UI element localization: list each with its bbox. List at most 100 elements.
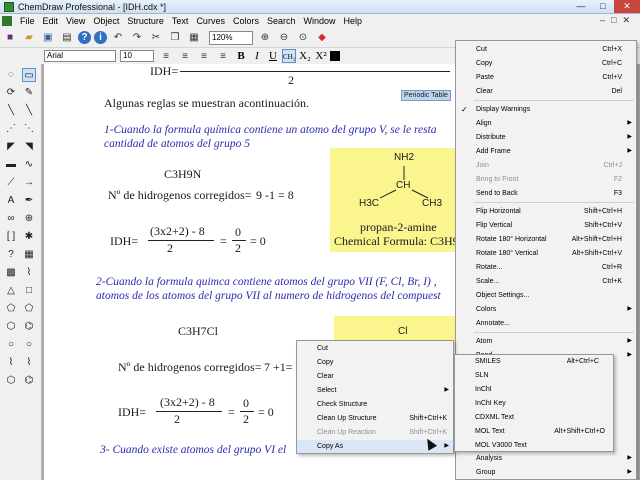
menu-item-align[interactable]: Align ▶ xyxy=(456,117,636,130)
menu-item-paste[interactable]: Paste Ctrl+V xyxy=(456,71,636,84)
help-icon[interactable]: ? xyxy=(78,31,91,44)
menu-window[interactable]: Window xyxy=(300,16,340,26)
query-tool-icon[interactable]: ? xyxy=(4,248,18,262)
menu-text[interactable]: Text xyxy=(168,16,193,26)
marquee-tool-icon[interactable]: ▭ xyxy=(22,68,36,82)
underline-button[interactable]: U xyxy=(266,49,280,63)
text-tool-icon[interactable]: A xyxy=(4,194,18,208)
menu-structure[interactable]: Structure xyxy=(123,16,168,26)
justify-icon[interactable]: ≡ xyxy=(215,48,231,64)
menu-item-rotate-180-horizontal[interactable]: Rotate 180° Horizontal Alt+Shift+Ctrl+H xyxy=(456,233,636,246)
menu-item-select[interactable]: Select ▶ xyxy=(297,384,453,397)
save-icon[interactable]: ▣ xyxy=(40,30,56,46)
cyclobutane-tool-icon[interactable]: □ xyxy=(22,284,36,298)
menu-item-inchi[interactable]: InChI xyxy=(455,383,613,396)
template-tool-icon[interactable]: ▩ xyxy=(4,266,18,280)
menu-item-distribute[interactable]: Distribute ▶ xyxy=(456,131,636,144)
wavy-bond-tool-icon[interactable]: ∿ xyxy=(22,158,36,172)
menu-item-inchi-key[interactable]: InChI Key xyxy=(455,397,613,410)
menu-object[interactable]: Object xyxy=(89,16,123,26)
menu-item-clean-up-structure[interactable]: Clean Up Structure Shift+Ctrl+K xyxy=(297,412,453,425)
menu-item-check-structure[interactable]: Check Structure xyxy=(297,398,453,411)
cyclopropane-tool-icon[interactable]: △ xyxy=(4,284,18,298)
menu-item-sln[interactable]: SLN xyxy=(455,369,613,382)
arrow-tool-icon[interactable]: → xyxy=(22,176,36,190)
aromatic-ring-tool-icon[interactable]: ⌬ xyxy=(22,374,36,388)
menu-edit[interactable]: Edit xyxy=(39,16,63,26)
copy-icon[interactable]: ❐ xyxy=(167,30,183,46)
menu-item-rotate[interactable]: Rotate... Ctrl+R xyxy=(456,261,636,274)
chemistry-style-button[interactable]: CH₂ xyxy=(282,49,296,63)
align-center-icon[interactable]: ≡ xyxy=(177,48,193,64)
superscript-button[interactable]: X² xyxy=(314,49,328,63)
rotate-tool-icon[interactable]: ⟳ xyxy=(4,86,18,100)
eraser-tool-icon[interactable]: ✎ xyxy=(22,86,36,100)
menu-curves[interactable]: Curves xyxy=(192,16,229,26)
benzene-tool-icon[interactable]: ⌬ xyxy=(22,320,36,334)
menu-item-scale[interactable]: Scale... Ctrl+K xyxy=(456,275,636,288)
menu-item-rotate-180-vertical[interactable]: Rotate 180° Vertical Alt+Shift+Ctrl+V xyxy=(456,247,636,260)
cycloheptane-tool-icon[interactable]: ○ xyxy=(4,338,18,352)
charge-tool-icon[interactable]: ⊕ xyxy=(22,212,36,226)
menu-item-clear[interactable]: Clear xyxy=(297,370,453,383)
bracket-tool-icon[interactable]: [ ] xyxy=(4,230,18,244)
book-icon[interactable]: ■ xyxy=(2,30,18,46)
menu-item-mol-text[interactable]: MOL Text Alt+Shift+Ctrl+O xyxy=(455,425,613,438)
pen-tool-icon[interactable]: ✒ xyxy=(22,194,36,208)
print-icon[interactable]: ▤ xyxy=(59,30,75,46)
cyclopentane-tool-icon[interactable]: ⬠ xyxy=(4,302,18,316)
font-size-select[interactable]: 10 xyxy=(120,50,154,62)
menu-item-object-settings[interactable]: Object Settings... xyxy=(456,289,636,302)
undo-icon[interactable]: ↶ xyxy=(110,30,126,46)
menu-colors[interactable]: Colors xyxy=(229,16,263,26)
subscript-button[interactable]: X₂ xyxy=(298,49,312,63)
font-family-select[interactable]: Arial xyxy=(44,50,116,62)
paste-icon[interactable]: ▦ xyxy=(186,30,202,46)
menu-item-display-warnings[interactable]: ✓ Display Warnings xyxy=(456,103,636,116)
align-left-icon[interactable]: ≡ xyxy=(158,48,174,64)
hexagon-tool-icon[interactable]: ⬡ xyxy=(4,374,18,388)
menu-search[interactable]: Search xyxy=(263,16,300,26)
maximize-button[interactable]: □ xyxy=(592,0,614,13)
minimize-button[interactable]: — xyxy=(570,0,592,13)
menu-item-bring-to-front[interactable]: Bring to Front F2 xyxy=(456,173,636,186)
menu-view[interactable]: View xyxy=(62,16,89,26)
cyclooctane-tool-icon[interactable]: ○ xyxy=(22,338,36,352)
dashed-bond-tool-icon[interactable]: ⋰ xyxy=(4,122,18,136)
lasso-tool-icon[interactable]: ◌ xyxy=(4,68,18,82)
symbol-tool-icon[interactable]: ✱ xyxy=(22,230,36,244)
hashed-bond-tool-icon[interactable]: ⋱ xyxy=(22,122,36,136)
menu-item-add-frame[interactable]: Add Frame ▶ xyxy=(456,145,636,158)
solid-bond-tool-icon[interactable]: ╲ xyxy=(4,104,18,118)
menu-item-copy[interactable]: Copy Ctrl+C xyxy=(456,57,636,70)
cyclopentadiene-tool-icon[interactable]: ⬠ xyxy=(22,302,36,316)
table-tool-icon[interactable]: ▦ xyxy=(22,248,36,262)
chain-tool-icon[interactable]: ⟋ xyxy=(4,176,18,190)
hashed-wedge-tool-icon[interactable]: ◥ xyxy=(22,140,36,154)
align-right-icon[interactable]: ≡ xyxy=(196,48,212,64)
menu-item-annotate[interactable]: Annotate... xyxy=(456,317,636,330)
shape-icon[interactable]: ◆ xyxy=(314,30,330,46)
wedge-bond-tool-icon[interactable]: ◤ xyxy=(4,140,18,154)
periodic-table-tag[interactable]: Periodic Table xyxy=(401,90,451,101)
menu-item-join[interactable]: Join Ctrl+J xyxy=(456,159,636,172)
menu-help[interactable]: Help xyxy=(340,16,367,26)
menu-item-cut[interactable]: Cut Ctrl+X xyxy=(456,43,636,56)
menu-item-send-to-back[interactable]: Send to Back F3 xyxy=(456,187,636,200)
menu-item-flip-horizontal[interactable]: Flip Horizontal Shift+Ctrl+H xyxy=(456,205,636,218)
redo-icon[interactable]: ↷ xyxy=(129,30,145,46)
zoom-fit-icon[interactable]: ⊙ xyxy=(295,30,311,46)
bold-button[interactable]: B xyxy=(234,49,248,63)
menu-item-copy[interactable]: Copy xyxy=(297,356,453,369)
orbital-tool-icon[interactable]: ∞ xyxy=(4,212,18,226)
menu-item-mol-v3000-text[interactable]: MOL V3000 Text xyxy=(455,439,613,452)
menu-item-cut[interactable]: Cut xyxy=(297,342,453,355)
zoom-in-icon[interactable]: ⊕ xyxy=(257,30,273,46)
menu-item-analysis[interactable]: Analysis ▶ xyxy=(456,452,636,465)
menu-item-colors[interactable]: Colors ▶ xyxy=(456,303,636,316)
menu-file[interactable]: File xyxy=(16,16,39,26)
bold-bond-tool-icon[interactable]: ▬ xyxy=(4,158,18,172)
mdi-window-buttons[interactable]: –□✕ xyxy=(600,15,636,26)
italic-button[interactable]: I xyxy=(250,49,264,63)
menu-item-cdxml-text[interactable]: CDXML Text xyxy=(455,411,613,424)
